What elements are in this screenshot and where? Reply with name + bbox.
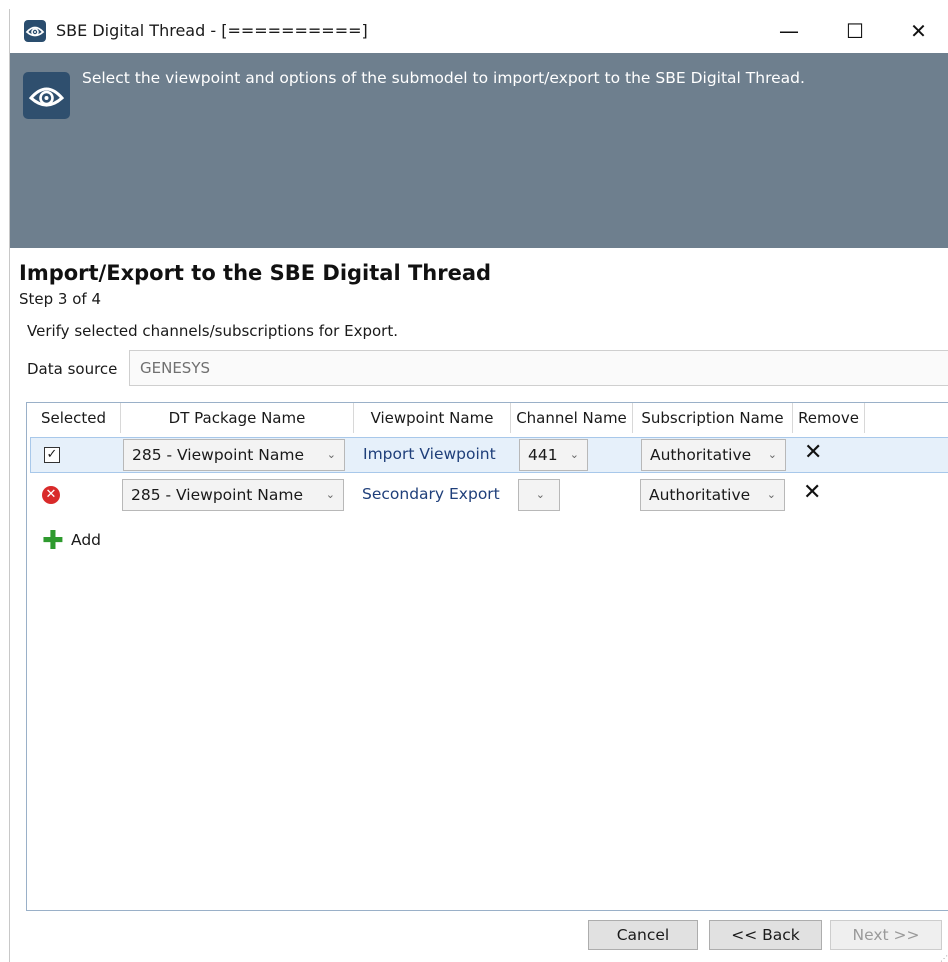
chevron-down-icon: ⌄ (766, 488, 776, 501)
window-title: SBE Digital Thread - [==========] (56, 21, 368, 40)
dialog-window: SBE Digital Thread - [==========] — ☐ ✕ … (9, 9, 948, 962)
column-header-subscription[interactable]: Subscription Name (633, 403, 793, 433)
column-header-dt-package[interactable]: DT Package Name (121, 403, 354, 433)
maximize-button[interactable]: ☐ (822, 9, 888, 53)
chevron-down-icon: ⌄ (326, 448, 336, 461)
viewpoint-link[interactable]: Secondary Export (362, 485, 500, 503)
eye-logo-icon (23, 72, 70, 119)
dt-package-value: 285 - Viewpoint Name (131, 486, 303, 504)
close-window-button[interactable]: ✕ (888, 9, 948, 53)
resize-grip-icon[interactable]: ⋰ (940, 954, 948, 962)
title-bar[interactable]: SBE Digital Thread - [==========] — ☐ ✕ (10, 9, 948, 53)
viewpoint-link[interactable]: Import Viewpoint (363, 445, 496, 463)
step-indicator: Step 3 of 4 (19, 290, 102, 308)
eye-logo-icon (24, 20, 46, 42)
channel-dropdown[interactable]: ⌄ (518, 479, 560, 511)
instruction-text: Verify selected channels/subscriptions f… (27, 322, 398, 340)
channel-dropdown[interactable]: 441 ⌄ (519, 439, 588, 471)
subscription-dropdown[interactable]: Authoritative ⌄ (641, 439, 786, 471)
dt-package-dropdown[interactable]: 285 - Viewpoint Name ⌄ (123, 439, 345, 471)
checkbox-checked-icon[interactable]: ✓ (44, 447, 60, 463)
page-title: Import/Export to the SBE Digital Thread (19, 261, 492, 285)
subscription-value: Authoritative (649, 486, 751, 504)
chevron-down-icon: ⌄ (569, 448, 579, 461)
dt-package-dropdown[interactable]: 285 - Viewpoint Name ⌄ (122, 479, 344, 511)
close-x-icon[interactable]: ✕ (804, 440, 822, 465)
chevron-down-icon: ⌄ (535, 488, 545, 501)
column-header-channel[interactable]: Channel Name (511, 403, 633, 433)
channel-value: 441 (528, 446, 558, 464)
error-circle-icon[interactable]: ✕ (42, 486, 60, 504)
subscription-dropdown[interactable]: Authoritative ⌄ (640, 479, 785, 511)
column-header-selected[interactable]: Selected (27, 403, 121, 433)
banner-description: Select the viewpoint and options of the … (82, 69, 805, 87)
data-source-field[interactable]: GENESYS (129, 350, 948, 386)
data-source-label: Data source (27, 360, 118, 378)
column-header-remove[interactable]: Remove (793, 403, 865, 433)
chevron-down-icon: ⌄ (325, 488, 335, 501)
channels-grid: Selected DT Package Name Viewpoint Name … (26, 402, 948, 911)
next-button[interactable]: Next >> (830, 920, 942, 950)
header-banner: Select the viewpoint and options of the … (10, 53, 948, 248)
subscription-value: Authoritative (650, 446, 752, 464)
cancel-button[interactable]: Cancel (588, 920, 698, 950)
back-button[interactable]: << Back (709, 920, 822, 950)
column-header-viewpoint[interactable]: Viewpoint Name (354, 403, 511, 433)
close-x-icon[interactable]: ✕ (803, 480, 821, 505)
minimize-button[interactable]: — (756, 9, 822, 53)
chevron-down-icon: ⌄ (767, 448, 777, 461)
table-row[interactable]: ✕ 285 - Viewpoint Name ⌄ Secondary Expor… (27, 477, 948, 513)
add-row-button[interactable]: Add (71, 531, 101, 549)
dt-package-value: 285 - Viewpoint Name (132, 446, 304, 464)
plus-icon[interactable]: ✚ (42, 528, 64, 554)
table-row[interactable]: ✓ 285 - Viewpoint Name ⌄ Import Viewpoin… (30, 437, 948, 473)
